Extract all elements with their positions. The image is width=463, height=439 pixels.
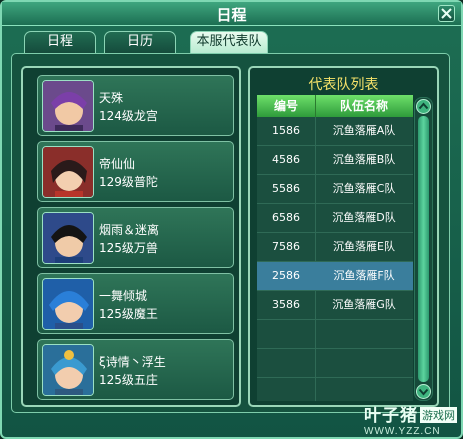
close-button[interactable] xyxy=(438,5,455,22)
table-row[interactable]: 5586 沉鱼落雁C队 xyxy=(257,175,413,204)
team-id: 3586 xyxy=(272,298,300,311)
tab-calendar[interactable]: 日历 xyxy=(104,31,176,53)
member-level: 129级普陀 xyxy=(99,175,158,189)
team-name: 沉鱼落雁G队 xyxy=(332,298,396,311)
member-card[interactable]: 一舞倾城 125级魔王 xyxy=(37,273,234,334)
table-row[interactable]: 4586 沉鱼落雁B队 xyxy=(257,146,413,175)
team-list-panel: 代表队列表 编号 队伍名称 1586 沉鱼落雁A队 4586 沉鱼落雁B队 55… xyxy=(248,66,439,407)
team-id: 4586 xyxy=(272,153,300,166)
table-row[interactable]: 6586 沉鱼落雁D队 xyxy=(257,204,413,233)
team-name: 沉鱼落雁A队 xyxy=(332,124,396,137)
tab-server-team[interactable]: 本服代表队 xyxy=(190,31,268,53)
member-card[interactable]: 天殊 124级龙宫 xyxy=(37,75,234,136)
team-name: 沉鱼落雁F队 xyxy=(333,269,395,282)
table-row-empty xyxy=(257,349,413,378)
tab-schedule[interactable]: 日程 xyxy=(24,31,96,53)
avatar xyxy=(42,146,94,198)
watermark-text: 叶子猪 xyxy=(364,406,418,425)
title-bar: 日程 xyxy=(2,2,461,26)
member-name: 帝仙仙 xyxy=(99,157,136,171)
member-name: 天殊 xyxy=(99,91,124,105)
scroll-down-button[interactable] xyxy=(416,384,431,399)
avatar xyxy=(42,344,94,396)
scroll-up-button[interactable] xyxy=(416,99,431,114)
avatar xyxy=(42,80,94,132)
table-row[interactable]: 1586 沉鱼落雁A队 xyxy=(257,117,413,146)
member-list-panel: 天殊 124级龙宫 帝仙仙 129级普陀 烟雨＆迷离 125级万兽 一舞倾城 1… xyxy=(21,66,241,407)
member-card[interactable]: ξ诗情丶浮生 125级五庄 xyxy=(37,339,234,400)
team-name: 沉鱼落雁D队 xyxy=(332,211,396,224)
team-id: 1586 xyxy=(272,124,300,137)
member-name: 一舞倾城 xyxy=(99,289,148,303)
member-card[interactable]: 烟雨＆迷离 125级万兽 xyxy=(37,207,234,268)
member-level: 125级万兽 xyxy=(99,241,158,255)
table-row-empty xyxy=(257,320,413,349)
team-name: 沉鱼落雁B队 xyxy=(332,153,396,166)
team-name: 沉鱼落雁E队 xyxy=(333,240,395,253)
table-header: 编号 队伍名称 xyxy=(257,95,413,117)
member-level: 125级五庄 xyxy=(99,373,158,387)
table-row[interactable]: 3586 沉鱼落雁G队 xyxy=(257,291,413,320)
scrollbar-thumb[interactable] xyxy=(418,116,429,382)
table-row-selected[interactable]: 2586 沉鱼落雁F队 xyxy=(257,262,413,291)
team-list-title: 代表队列表 xyxy=(308,77,379,93)
team-id: 7586 xyxy=(272,240,300,253)
team-id: 6586 xyxy=(272,211,300,224)
avatar xyxy=(42,212,94,264)
chevron-up-icon xyxy=(416,99,431,114)
watermark-url: WWW.YZZ.CN xyxy=(364,426,441,437)
member-name: ξ诗情丶浮生 xyxy=(99,355,166,369)
column-header-id[interactable]: 编号 xyxy=(257,95,315,117)
watermark-badge: 游戏网 xyxy=(420,407,457,423)
table-row-empty xyxy=(257,378,413,401)
close-icon xyxy=(441,8,452,19)
scrollbar[interactable] xyxy=(414,97,433,401)
team-id: 2586 xyxy=(272,269,300,282)
member-card[interactable]: 帝仙仙 129级普陀 xyxy=(37,141,234,202)
avatar xyxy=(42,278,94,330)
member-level: 125级魔王 xyxy=(99,307,158,321)
chevron-down-icon xyxy=(416,384,431,399)
table-row[interactable]: 7586 沉鱼落雁E队 xyxy=(257,233,413,262)
column-header-name[interactable]: 队伍名称 xyxy=(315,95,413,117)
member-name: 烟雨＆迷离 xyxy=(99,223,160,237)
window-title: 日程 xyxy=(216,6,247,24)
site-watermark: 叶子猪 游戏网 WWW.YZZ.CN xyxy=(364,401,457,437)
team-name: 沉鱼落雁C队 xyxy=(332,182,396,195)
member-level: 124级龙宫 xyxy=(99,109,158,123)
team-table: 编号 队伍名称 1586 沉鱼落雁A队 4586 沉鱼落雁B队 5586 沉鱼落… xyxy=(257,95,413,401)
team-id: 5586 xyxy=(272,182,300,195)
